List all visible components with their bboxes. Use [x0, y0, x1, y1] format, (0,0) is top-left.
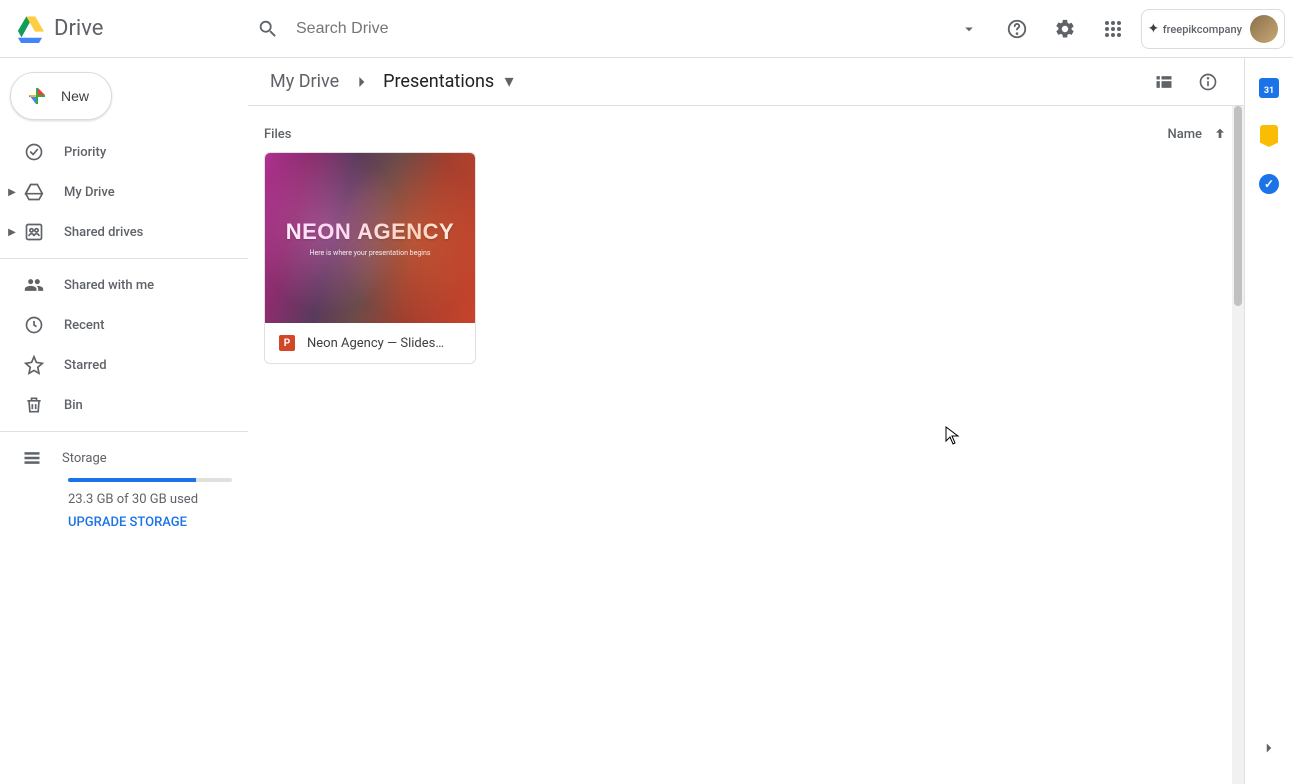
- scrollbar-thumb[interactable]: [1234, 106, 1242, 306]
- storage-label: Storage: [62, 451, 107, 466]
- main: My Drive Presentations ▾ Files: [248, 58, 1245, 784]
- file-name: Neon Agency — Slides…: [307, 336, 444, 351]
- breadcrumb: My Drive Presentations ▾: [248, 58, 1244, 106]
- file-card[interactable]: NEON AGENCY Here is where your presentat…: [264, 152, 476, 364]
- sidebar-item-starred[interactable]: Starred: [0, 345, 248, 385]
- sidebar-item-shared-drives[interactable]: ▶ Shared drives: [0, 212, 248, 252]
- arrow-up-icon: [1212, 126, 1228, 142]
- shared-icon: [22, 273, 46, 297]
- sidebar-item-recent[interactable]: Recent: [0, 305, 248, 345]
- chevron-right-icon: [351, 72, 371, 92]
- scrollbar[interactable]: [1232, 106, 1244, 784]
- divider: [0, 431, 248, 432]
- cursor-icon: [945, 426, 961, 446]
- star-icon: [22, 353, 46, 377]
- chevron-right-icon: [1260, 739, 1278, 757]
- sidebar-item-bin[interactable]: Bin: [0, 385, 248, 425]
- clock-icon: [22, 313, 46, 337]
- calendar-icon: 31: [1259, 78, 1279, 98]
- sidebar-item-shared-with-me[interactable]: Shared with me: [0, 265, 248, 305]
- search-button[interactable]: [248, 9, 288, 49]
- tasks-icon: [1259, 174, 1279, 194]
- logo[interactable]: Drive: [12, 11, 248, 47]
- list-icon: [1154, 72, 1174, 92]
- file-thumbnail: NEON AGENCY Here is where your presentat…: [265, 153, 475, 323]
- breadcrumb-current[interactable]: Presentations ▾: [377, 67, 520, 96]
- header: Drive ✦ freepikcompany: [0, 0, 1293, 58]
- sidebar-item-label: Shared with me: [64, 278, 154, 293]
- file-grid: NEON AGENCY Here is where your presentat…: [264, 152, 1228, 364]
- brand-label: ✦ freepikcompany: [1148, 21, 1242, 37]
- breadcrumb-root[interactable]: My Drive: [264, 67, 345, 96]
- avatar: [1250, 15, 1278, 43]
- new-button[interactable]: New: [10, 72, 112, 120]
- sidebar-item-label: Bin: [64, 398, 83, 413]
- plus-icon: [25, 84, 49, 108]
- sidebar-item-priority[interactable]: Priority: [0, 132, 248, 172]
- expand-toggle[interactable]: ▶: [6, 227, 18, 238]
- account-chip[interactable]: ✦ freepikcompany: [1141, 9, 1285, 49]
- sidebar-item-storage[interactable]: Storage: [24, 438, 232, 478]
- help-icon: [1006, 18, 1028, 40]
- storage-bar: [68, 478, 232, 482]
- my-drive-icon: [22, 180, 46, 204]
- apps-button[interactable]: [1093, 9, 1133, 49]
- shared-drives-icon: [22, 220, 46, 244]
- side-app-calendar[interactable]: 31: [1251, 70, 1287, 106]
- settings-button[interactable]: [1045, 9, 1085, 49]
- details-button[interactable]: [1188, 62, 1228, 102]
- sidebar: New Priority ▶ My Drive ▶ Shared drives: [0, 58, 248, 784]
- sidebar-item-label: My Drive: [64, 185, 115, 200]
- drive-logo-icon: [12, 11, 48, 47]
- help-button[interactable]: [997, 9, 1037, 49]
- sort-by-name[interactable]: Name: [1167, 126, 1228, 142]
- upgrade-storage-link[interactable]: UPGRADE STORAGE: [68, 515, 232, 530]
- new-button-label: New: [61, 88, 89, 104]
- files-section-label: Files: [264, 127, 291, 142]
- keep-icon: [1260, 125, 1278, 147]
- content-area: Files Name NEON AGENCY Here is where you…: [248, 106, 1244, 784]
- search-options-dropdown[interactable]: [949, 9, 989, 49]
- caret-down-icon: ▾: [505, 71, 514, 92]
- app-name: Drive: [54, 16, 103, 41]
- sidebar-item-label: Starred: [64, 358, 107, 373]
- sort-label: Name: [1167, 127, 1202, 142]
- apps-grid-icon: [1104, 20, 1122, 38]
- search-bar: [248, 9, 949, 49]
- search-icon: [257, 18, 279, 40]
- storage-icon: [20, 448, 44, 468]
- storage-usage-text: 23.3 GB of 30 GB used: [68, 492, 232, 507]
- trash-icon: [22, 393, 46, 417]
- expand-toggle[interactable]: ▶: [6, 187, 18, 198]
- caret-down-icon: [960, 20, 978, 38]
- priority-icon: [22, 140, 46, 164]
- side-app-tasks[interactable]: [1251, 166, 1287, 202]
- sidebar-item-label: Recent: [64, 318, 104, 333]
- powerpoint-icon: P: [279, 335, 295, 351]
- divider: [0, 258, 248, 259]
- sidebar-item-label: Shared drives: [64, 225, 143, 240]
- side-panel-toggle[interactable]: [1251, 730, 1287, 766]
- side-app-keep[interactable]: [1251, 118, 1287, 154]
- sidebar-item-my-drive[interactable]: ▶ My Drive: [0, 172, 248, 212]
- side-panel: 31: [1245, 58, 1293, 784]
- gear-icon: [1054, 18, 1076, 40]
- header-actions: ✦ freepikcompany: [949, 9, 1285, 49]
- sidebar-item-label: Priority: [64, 145, 106, 160]
- search-input[interactable]: [288, 12, 949, 46]
- info-icon: [1198, 72, 1218, 92]
- section-header: Files Name: [264, 114, 1228, 152]
- list-view-button[interactable]: [1144, 62, 1184, 102]
